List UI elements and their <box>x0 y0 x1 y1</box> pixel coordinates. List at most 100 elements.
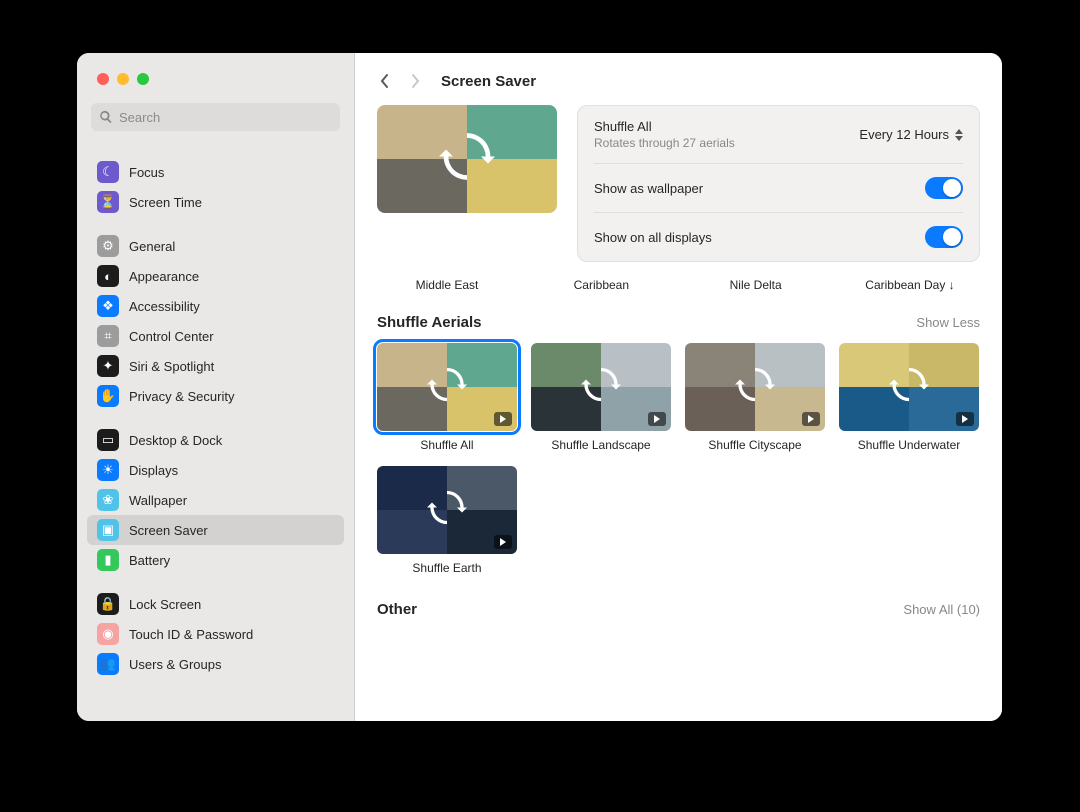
window-controls <box>77 53 354 85</box>
tile-label: Shuffle Cityscape <box>685 438 825 452</box>
sidebar-label: Battery <box>129 553 170 568</box>
shuffle-subtitle: Rotates through 27 aerials <box>594 136 735 150</box>
wallpaper-toggle[interactable] <box>925 177 963 199</box>
back-button[interactable] <box>375 71 395 91</box>
sidebar-label: Siri & Spotlight <box>129 359 214 374</box>
page-title: Screen Saver <box>441 73 536 90</box>
all-displays-row: Show on all displays <box>594 213 963 261</box>
sidebar-label: Lock Screen <box>129 597 201 612</box>
aerial-label: Caribbean <box>531 278 671 292</box>
play-icon <box>956 412 974 426</box>
sidebar-icon: 👥 <box>97 653 119 675</box>
sidebar-label: Displays <box>129 463 178 478</box>
play-icon <box>648 412 666 426</box>
sidebar-label: Wallpaper <box>129 493 187 508</box>
sidebar-icon: ✋ <box>97 385 119 407</box>
sidebar-item-siri-spotlight[interactable]: ✦ Siri & Spotlight <box>87 351 344 381</box>
frequency-value: Every 12 Hours <box>859 127 949 142</box>
minimize-button[interactable] <box>117 73 129 85</box>
shuffle-icon <box>427 365 467 410</box>
frequency-popup[interactable]: Every 12 Hours <box>859 127 963 142</box>
aerial-label: Middle East <box>377 278 517 292</box>
sidebar-icon: ▮ <box>97 549 119 571</box>
sidebar-item-accessibility[interactable]: ❖Accessibility <box>87 291 344 321</box>
settings-window: ☾Focus ⏳ Screen Time ⚙ General ◐ Appearance ❖Ac… <box>77 53 1002 721</box>
shuffle-tile[interactable]: Shuffle All <box>377 343 517 452</box>
sidebar-icon: ☀ <box>97 459 119 481</box>
forward-button[interactable] <box>405 71 425 91</box>
sidebar-icon: ◐ <box>97 265 119 287</box>
sidebar-item-displays[interactable]: ☀ Displays <box>87 455 344 485</box>
close-button[interactable] <box>97 73 109 85</box>
sidebar-item-appearance[interactable]: ◐ Appearance <box>87 261 344 291</box>
tile-label: Shuffle Underwater <box>839 438 979 452</box>
hero-settings-panel: Shuffle All Rotates through 27 aerials E… <box>577 105 980 262</box>
sidebar-icon: ◉ <box>97 623 119 645</box>
maximize-button[interactable] <box>137 73 149 85</box>
sidebar: ☾Focus ⏳ Screen Time ⚙ General ◐ Appearance ❖Ac… <box>77 53 355 721</box>
wallpaper-row: Show as wallpaper <box>594 164 963 213</box>
shuffle-icon <box>581 365 621 410</box>
sidebar-item-screen-saver[interactable]: ▣ Screen Saver <box>87 515 344 545</box>
sidebar-icon: ✦ <box>97 355 119 377</box>
wallpaper-label: Show as wallpaper <box>594 181 703 196</box>
sidebar-label: Privacy & Security <box>129 389 234 404</box>
shuffle-title: Shuffle All <box>594 119 735 134</box>
sidebar-label: Screen Saver <box>129 523 208 538</box>
tile-thumb[interactable] <box>377 343 517 431</box>
sidebar-item-general[interactable]: ⚙ General <box>87 231 344 261</box>
aerials-peek-row: Middle East Caribbean Nile Delta Caribbean … <box>377 272 980 314</box>
sidebar-label: Appearance <box>129 269 199 284</box>
shuffle-tile[interactable]: Shuffle Underwater <box>839 343 979 452</box>
sidebar-item-control-center[interactable]: ⌗Control Center <box>87 321 344 351</box>
header: Screen Saver <box>355 53 1002 105</box>
content-scroll[interactable]: Shuffle All Rotates through 27 aerials E… <box>355 105 1002 721</box>
sidebar-item-touch-id-password[interactable]: ◉ Touch ID & Password <box>87 619 344 649</box>
shuffle-icon <box>735 365 775 410</box>
sidebar-label: General <box>129 239 175 254</box>
sidebar-label: Screen Time <box>129 195 202 210</box>
shuffle-grid: Shuffle All Shuffle Landscape Shuffle Ci… <box>377 343 980 575</box>
sidebar-item-desktop-dock[interactable]: ▭Desktop & Dock <box>87 425 344 455</box>
sidebar-icon: ⌗ <box>97 325 119 347</box>
shuffle-tile[interactable]: Shuffle Landscape <box>531 343 671 452</box>
sidebar-item-focus[interactable]: ☾Focus <box>87 157 344 187</box>
sidebar-icon: ❀ <box>97 489 119 511</box>
tile-thumb[interactable] <box>685 343 825 431</box>
sidebar-item-lock-screen[interactable]: 🔒 Lock Screen <box>87 589 344 619</box>
show-less-link[interactable]: Show Less <box>916 315 980 330</box>
shuffle-tile[interactable]: Shuffle Earth <box>377 466 517 575</box>
main-content: Screen Saver Shuffle All Rotates through… <box>355 53 1002 721</box>
shuffle-tile[interactable]: Shuffle Cityscape <box>685 343 825 452</box>
sidebar-item-battery[interactable]: ▮ Battery <box>87 545 344 575</box>
tile-label: Shuffle All <box>377 438 517 452</box>
search-icon <box>99 110 113 124</box>
tile-label: Shuffle Landscape <box>531 438 671 452</box>
sidebar-nav: ☾Focus ⏳ Screen Time ⚙ General ◐ Appearance ❖Ac… <box>77 143 354 721</box>
sidebar-item-users-groups[interactable]: 👥Users & Groups <box>87 649 344 679</box>
shuffle-icon <box>889 365 929 410</box>
hero-preview[interactable] <box>377 105 557 213</box>
sidebar-icon: ⏳ <box>97 191 119 213</box>
aerial-label: Nile Delta <box>686 278 826 292</box>
sidebar-item-privacy-security[interactable]: ✋ Privacy & Security <box>87 381 344 411</box>
sidebar-icon: ⚙ <box>97 235 119 257</box>
aerial-label: Caribbean Day ↓ <box>840 278 980 292</box>
search-input[interactable] <box>119 110 332 125</box>
sidebar-item-screen-time[interactable]: ⏳ Screen Time <box>87 187 344 217</box>
tile-thumb[interactable] <box>377 466 517 554</box>
shuffle-icon <box>439 129 495 190</box>
tile-thumb[interactable] <box>839 343 979 431</box>
tile-label: Shuffle Earth <box>377 561 517 575</box>
sidebar-icon: 🔒 <box>97 593 119 615</box>
play-icon <box>494 412 512 426</box>
sidebar-icon: ▣ <box>97 519 119 541</box>
all-displays-toggle[interactable] <box>925 226 963 248</box>
sidebar-label: Touch ID & Password <box>129 627 253 642</box>
tile-thumb[interactable] <box>531 343 671 431</box>
sidebar-label: Desktop & Dock <box>129 433 222 448</box>
sidebar-item-wallpaper[interactable]: ❀ Wallpaper <box>87 485 344 515</box>
show-all-link[interactable]: Show All (10) <box>903 602 980 617</box>
sidebar-icon: ❖ <box>97 295 119 317</box>
search-field[interactable] <box>91 103 340 131</box>
